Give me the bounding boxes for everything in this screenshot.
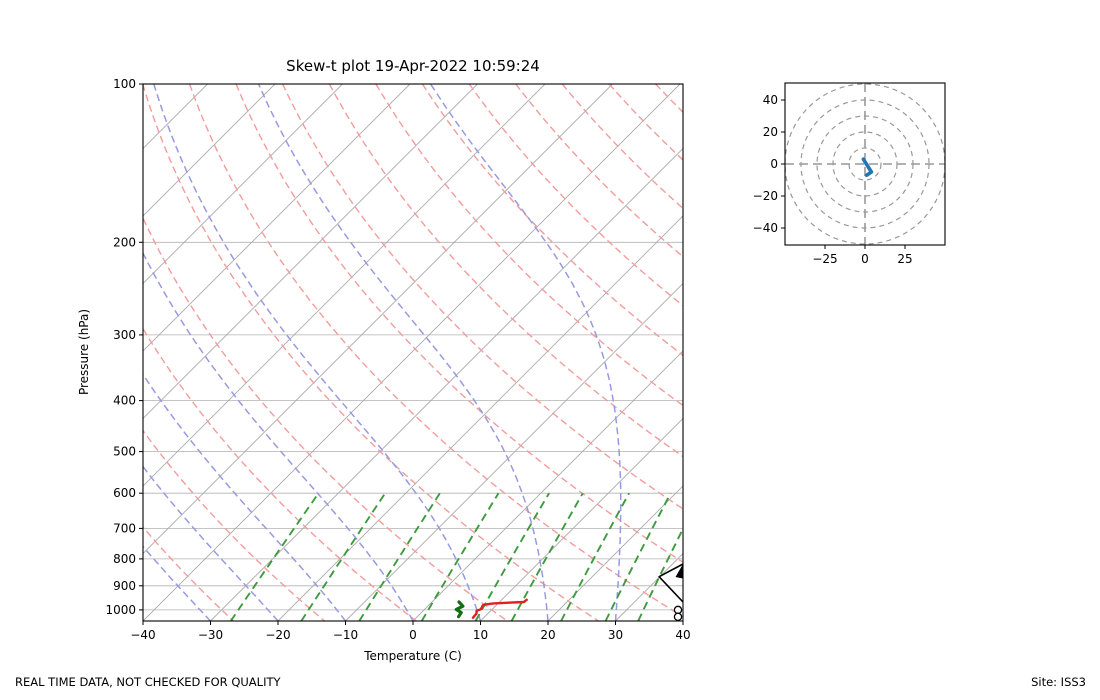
- hodograph-x-tick-label: −25: [812, 252, 837, 266]
- x-tick-label: 0: [409, 628, 417, 642]
- y-axis-label: Pressure (hPa): [77, 309, 91, 395]
- dry-adiabat: [143, 327, 417, 621]
- mixing-ratio-line: [637, 526, 683, 621]
- mixing-ratio-line: [300, 492, 386, 621]
- calm-wind-circle: [673, 612, 683, 622]
- hodograph-y-tick-label: 0: [770, 157, 778, 171]
- x-tick-label: −40: [130, 628, 155, 642]
- plot-title: Skew-t plot 19-Apr-2022 10:59:24: [286, 57, 540, 75]
- isotherm: [143, 84, 478, 420]
- y-tick-label: 1000: [105, 603, 136, 617]
- isotherm-lines: [0, 84, 683, 621]
- hodograph-y-tick-label: 20: [763, 125, 778, 139]
- y-tick-label: 800: [113, 552, 136, 566]
- y-tick-label: 600: [113, 486, 136, 500]
- x-tick-label: 40: [675, 628, 690, 642]
- hodograph-y-tick-label: −40: [753, 221, 778, 235]
- y-tick-label: 500: [113, 445, 136, 459]
- footer-disclaimer: REAL TIME DATA, NOT CHECKED FOR QUALITY: [15, 675, 281, 689]
- dry-adiabat: [143, 526, 234, 621]
- isotherm: [277, 215, 683, 621]
- calm-wind-circle: [673, 605, 683, 615]
- dry-adiabat: [421, 84, 683, 357]
- y-tick-label: 400: [113, 394, 136, 408]
- y-tick-label: 100: [113, 77, 136, 91]
- dry-adiabat: [235, 84, 683, 564]
- dry-adiabat-lines: [143, 84, 683, 621]
- x-tick-label: −20: [265, 628, 290, 642]
- figure-canvas: 1002003004005006007008009001000−40 −30 −20…: [0, 57, 1086, 689]
- isotherm: [210, 147, 683, 621]
- moist-adiabat: [682, 616, 683, 621]
- moist-adiabat: [143, 545, 212, 621]
- isotherm: [480, 417, 683, 621]
- y-tick-label: 200: [113, 235, 136, 249]
- moist-adiabat: [143, 619, 144, 621]
- y-tick-label: 900: [113, 579, 136, 593]
- dry-adiabat: [143, 84, 599, 621]
- x-tick-label: 20: [540, 628, 555, 642]
- moist-adiabat: [257, 84, 549, 621]
- dry-adiabat: [188, 84, 683, 618]
- sounding-traces: [454, 598, 528, 619]
- skewt-figure: 100 200 300 400 500 600 700 800 900 1000 −40 −30 −20…: [0, 0, 1100, 700]
- hodograph-y-tick-label: −20: [753, 189, 778, 203]
- footer-site: Site: ISS3: [1031, 675, 1086, 689]
- x-tick-label: −30: [198, 628, 223, 642]
- isotherm: [143, 84, 276, 217]
- mixing-ratio-line: [604, 492, 672, 621]
- dewpoint-trace: [454, 600, 465, 619]
- dry-adiabat: [375, 84, 683, 407]
- mixing-ratio-line: [358, 492, 441, 621]
- wind-barbs: [658, 563, 684, 622]
- isotherm: [143, 84, 411, 352]
- x-axis-label: Temperature (C): [363, 649, 462, 663]
- x-tick-label: 10: [473, 628, 488, 642]
- x-tick-label: −10: [333, 628, 358, 642]
- isotherm: [143, 84, 613, 555]
- hodograph-x-tick-label: 25: [897, 252, 912, 266]
- x-tick-label: 30: [608, 628, 623, 642]
- y-tick-label: 700: [113, 521, 136, 535]
- dry-adiabat: [281, 84, 683, 510]
- hodograph-inset: −25 0 25 −40 −20 0 20 40: [753, 82, 946, 266]
- isotherm: [0, 84, 140, 621]
- hodograph-x-tick-label: 0: [861, 252, 869, 266]
- y-tick-label: 300: [113, 328, 136, 342]
- isotherm: [143, 84, 208, 150]
- moist-adiabat: [429, 84, 622, 621]
- moist-adiabat: [143, 251, 414, 621]
- hodograph-y-tick-label: 40: [763, 93, 778, 107]
